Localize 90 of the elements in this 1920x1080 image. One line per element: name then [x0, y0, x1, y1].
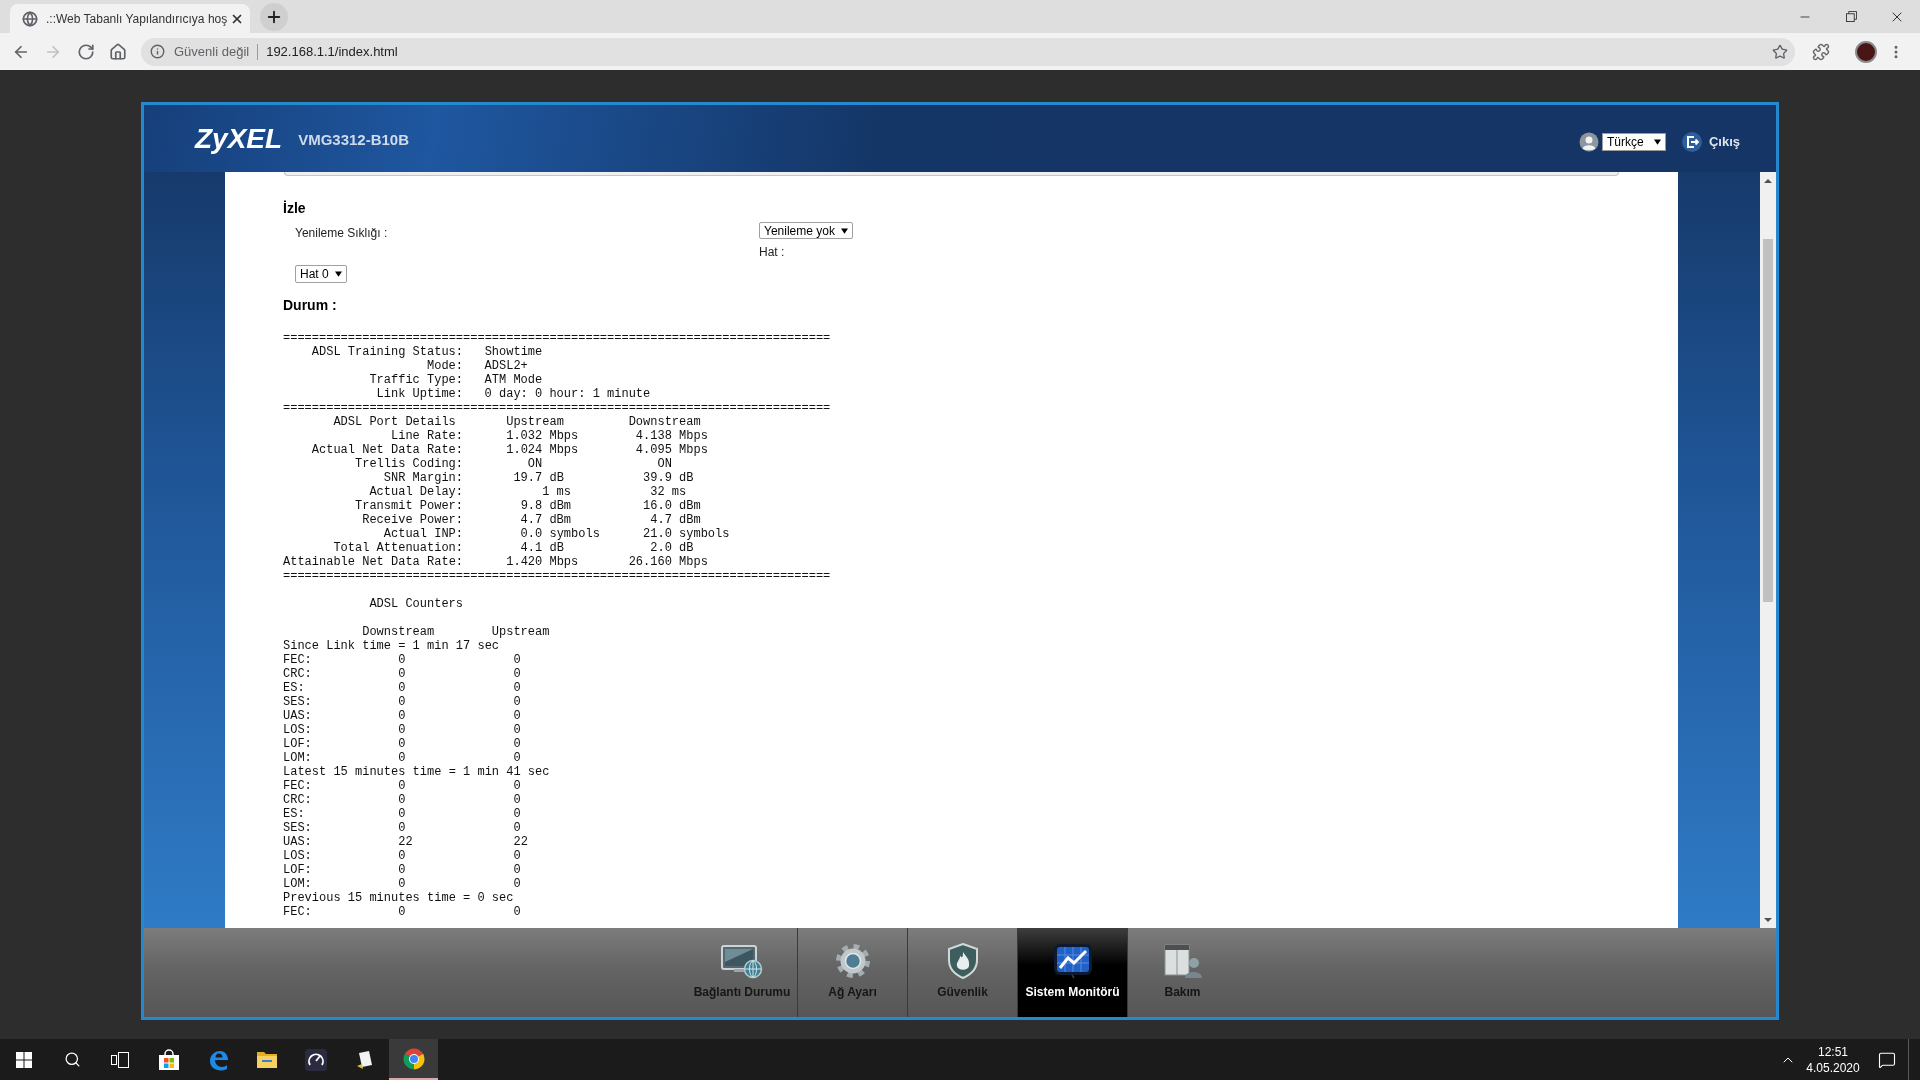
report-line: Link Uptime: 0 day: 0 hour: 1 minute	[376, 387, 651, 401]
refresh-select[interactable]: Yenileme yok	[759, 222, 853, 239]
report-line: Mode: ADSL2+	[427, 359, 528, 373]
security-label: Güvenli değil	[174, 43, 250, 60]
report-line: ADSL Port Details Upstream Downstream	[333, 415, 701, 429]
tray-time[interactable]: 12:51	[1818, 1043, 1848, 1060]
report-line: Since Link time = 1 min 17 sec	[283, 639, 500, 653]
report-line: LOF: 0 0	[283, 863, 521, 877]
restore-icon[interactable]	[1845, 11, 1857, 22]
info-icon[interactable]	[150, 44, 165, 59]
report-line: SES: 0 0	[283, 695, 521, 709]
report-line: CRC: 0 0	[283, 667, 521, 681]
report-line: ============================================================================	[283, 331, 831, 345]
report-line: UAS: 22 22	[283, 835, 528, 849]
report-line: SES: 0 0	[283, 821, 521, 835]
monitor-globe-icon	[720, 943, 764, 979]
report-line: LOF: 0 0	[283, 737, 521, 751]
report-line: FEC: 0 0	[283, 905, 521, 919]
report-line: CRC: 0 0	[283, 793, 521, 807]
report-line: ============================================================================	[283, 401, 831, 415]
gauge-icon	[304, 1048, 327, 1071]
shopping-bag-icon	[157, 1048, 180, 1071]
report-line: SNR Margin: 19.7 dB 39.9 dB	[383, 471, 694, 485]
puzzle-icon[interactable]	[1812, 42, 1830, 61]
star-icon[interactable]	[1772, 43, 1788, 60]
report-line: FEC: 0 0	[283, 653, 521, 667]
reload-icon[interactable]	[77, 42, 95, 61]
report-line: Downstream Upstream	[362, 625, 550, 639]
globe-icon	[22, 10, 38, 27]
caret-icon	[1653, 138, 1661, 145]
report-line: LOM: 0 0	[283, 877, 521, 891]
report-line: Receive Power: 4.7 dBm 4.7 dBm	[362, 513, 701, 527]
report-line: Transmit Power: 9.8 dBm 16.0 dBm	[355, 499, 701, 513]
language-select[interactable]: Türkçe	[1601, 132, 1666, 151]
logo: ZyXEL	[195, 122, 283, 155]
line-label: Hat :	[759, 245, 785, 259]
exit-icon	[1681, 131, 1702, 152]
up-triangle-icon[interactable]	[1764, 178, 1772, 183]
model-name: VMG3312-B10B	[298, 130, 410, 149]
report-line: ============================================================================	[283, 569, 831, 583]
report-line: ES: 0 0	[283, 807, 521, 821]
cabinet-person-icon	[1162, 943, 1203, 979]
report-line: Total Attenuation: 4.1 dB 2.0 dB	[333, 541, 694, 555]
start-icon[interactable]	[16, 1051, 32, 1068]
notification-icon[interactable]	[1878, 1050, 1896, 1069]
report-line: LOS: 0 0	[283, 723, 521, 737]
chrome-icon	[402, 1047, 425, 1070]
refresh-label: Yenileme Sıklığı :	[295, 226, 388, 240]
tray-date[interactable]: 4.05.2020	[1806, 1059, 1860, 1076]
report-line: LOS: 0 0	[283, 849, 521, 863]
search-icon[interactable]	[63, 1051, 81, 1068]
shield-icon	[946, 943, 979, 979]
menu-tab[interactable]: Sistem Monitörü	[1017, 928, 1127, 1017]
note-icon	[355, 1049, 374, 1070]
report-line: Attainable Net Data Rate: 1.420 Mbps 26.160 Mbps	[283, 555, 708, 569]
report-line: Actual Net Data Rate: 1.024 Mbps 4.095 Mbps	[311, 443, 708, 457]
status-label: Durum :	[283, 297, 337, 314]
scrollbar-thumb[interactable]	[1763, 239, 1773, 602]
gear-icon	[834, 943, 871, 979]
report-line: Actual INP: 0.0 symbols 21.0 symbols	[383, 527, 730, 541]
home-icon[interactable]	[109, 42, 127, 61]
report-line: ADSL Counters	[369, 597, 463, 611]
address-bar[interactable]: Güvenli değil 192.168.1.1/index.html	[141, 37, 1795, 66]
report-line: Line Rate: 1.032 Mbps 4.138 Mbps	[391, 429, 708, 443]
report-line: ES: 0 0	[283, 681, 521, 695]
report-line: Previous 15 minutes time = 0 sec	[283, 891, 514, 905]
caret-icon	[334, 271, 342, 277]
task-view-icon[interactable]	[111, 1051, 129, 1068]
browser-tab[interactable]: .::Web Tabanlı Yapılandırıcıya hoş	[10, 4, 250, 33]
report-line: Traffic Type: ATM Mode	[369, 373, 543, 387]
avatar-icon[interactable]	[1855, 40, 1877, 63]
url-text: 192.168.1.1/index.html	[266, 43, 398, 60]
new-tab-button[interactable]	[260, 2, 288, 31]
line-chart-icon	[1052, 943, 1093, 979]
taskbar-button[interactable]	[389, 1039, 438, 1080]
report-line: ADSL Training Status: Showtime	[311, 345, 543, 359]
page-title: İzle	[283, 200, 306, 217]
report-line: UAS: 0 0	[283, 709, 521, 723]
report-line: Latest 15 minutes time = 1 min 41 sec	[283, 765, 550, 779]
down-triangle-icon[interactable]	[1764, 917, 1772, 922]
logout-button[interactable]: Çıkış	[1681, 131, 1740, 152]
folder-icon	[255, 1050, 278, 1069]
report-line: Trellis Coding: ON ON	[355, 457, 672, 471]
line-select[interactable]: Hat 0	[295, 265, 347, 283]
report-line: Actual Delay: 1 ms 32 ms	[369, 485, 687, 499]
scrollbar[interactable]	[1760, 172, 1776, 928]
report-line: LOM: 0 0	[283, 751, 521, 765]
caret-icon	[840, 227, 848, 234]
person-icon	[1578, 131, 1599, 152]
report-line: FEC: 0 0	[283, 779, 521, 793]
